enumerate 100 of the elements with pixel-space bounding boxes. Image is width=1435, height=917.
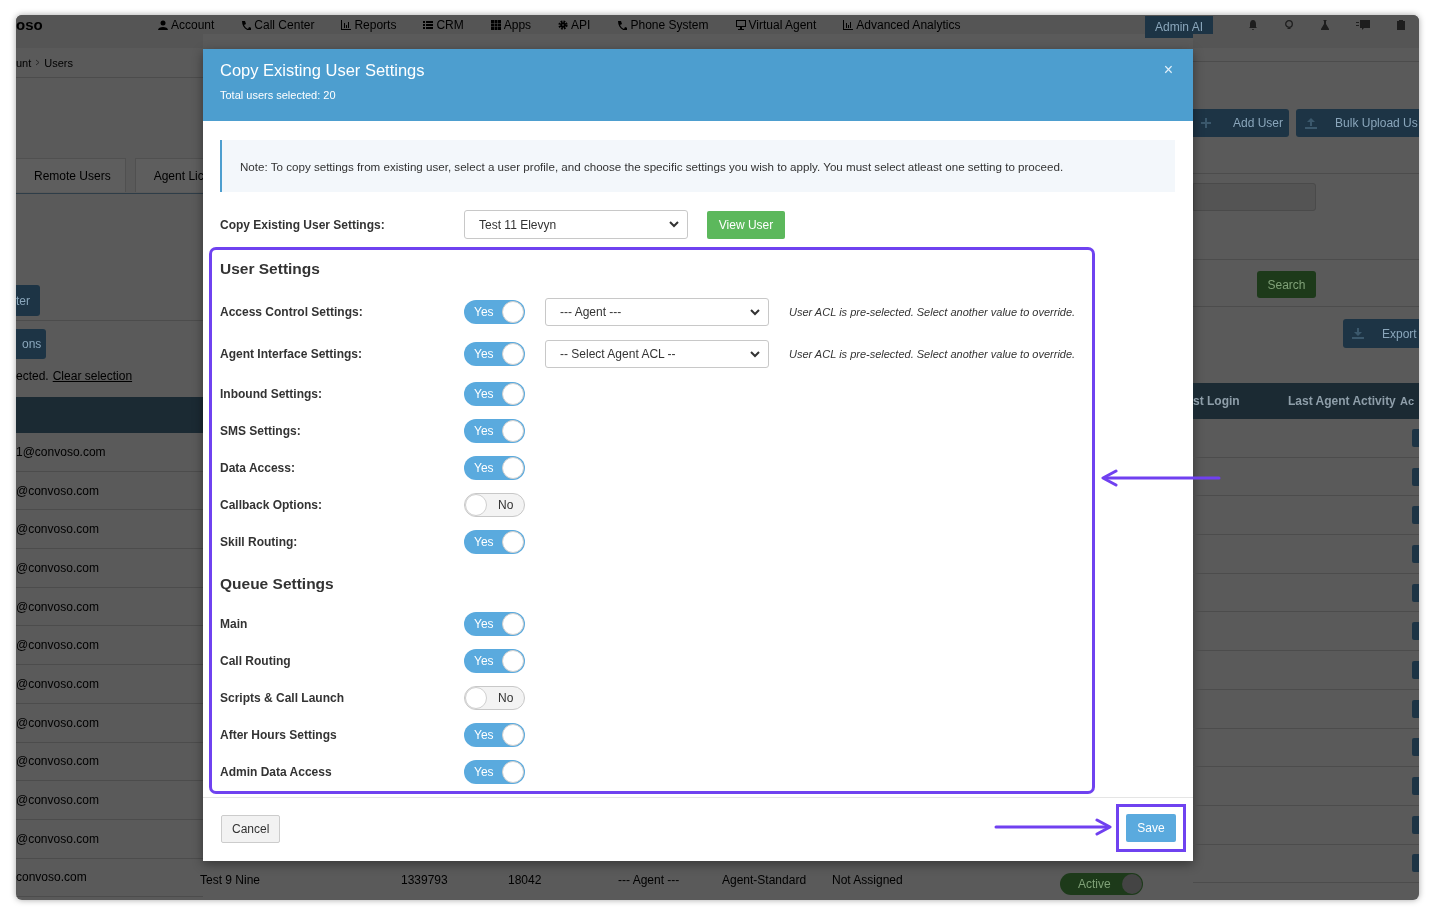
modal-title: Copy Existing User Settings	[220, 61, 425, 80]
tab[interactable]: Remote Users	[16, 158, 126, 192]
toggle-switch[interactable]: Yes	[464, 648, 525, 673]
selection-text: ected.	[16, 369, 49, 383]
setting-label: After Hours Settings	[220, 727, 338, 742]
email-cell: @convoso.com	[16, 483, 99, 498]
action-button[interactable]	[1412, 699, 1419, 718]
setting-label: Skill Routing:	[220, 534, 299, 549]
setting-label: SMS Settings:	[220, 423, 302, 438]
bell-icon	[1248, 19, 1258, 30]
email-cell: @convoso.com	[16, 793, 99, 808]
save-button[interactable]: Save	[1126, 814, 1176, 843]
chevron-down-icon	[750, 350, 760, 358]
cancel-button[interactable]: Cancel	[221, 815, 281, 844]
nav-link[interactable]: Account	[158, 17, 215, 32]
close-button[interactable]: ×	[1163, 61, 1173, 79]
tab[interactable]: Agent Lic	[134, 158, 203, 192]
clipboard-icon	[1396, 19, 1406, 30]
setting-label: Call Routing	[220, 653, 292, 668]
chat-icon	[1356, 19, 1370, 30]
phone-icon	[617, 19, 628, 30]
setting-label: Callback Options:	[220, 497, 324, 512]
email-cell: @convoso.com	[16, 754, 99, 769]
toggle-switch[interactable]: No	[464, 685, 525, 710]
selection-count: Total users selected: 20	[220, 89, 337, 101]
column-header[interactable]: Ac	[1400, 395, 1415, 407]
toggle-switch[interactable]: Yes	[464, 529, 525, 554]
action-button[interactable]	[1412, 815, 1419, 834]
list-icon	[423, 19, 434, 30]
export-button[interactable]: Export	[1343, 319, 1419, 348]
chevron-down-icon	[669, 221, 679, 228]
action-button[interactable]	[1412, 660, 1419, 679]
section-heading: Queue Settings	[220, 574, 335, 594]
column-header[interactable]: Last Agent Activity	[1288, 394, 1396, 408]
setting-label: Scripts & Call Launch	[220, 690, 346, 705]
action-button[interactable]	[1412, 428, 1419, 447]
action-button[interactable]	[1412, 544, 1419, 563]
search-field[interactable]	[1193, 183, 1316, 211]
toggle-switch[interactable]: Yes	[464, 418, 525, 443]
filter-button[interactable]: ter	[16, 285, 40, 316]
setting-label: Admin Data Access	[220, 764, 333, 779]
toggle-switch[interactable]: Yes	[464, 381, 525, 406]
monitor-icon	[735, 19, 746, 30]
toggle-switch[interactable]: No	[464, 492, 525, 517]
action-button[interactable]	[1412, 622, 1419, 641]
breadcrumb-item[interactable]: Users	[44, 56, 74, 69]
email-cell: @convoso.com	[16, 676, 99, 691]
hint-text: User ACL is pre-selected. Select another value to override.	[789, 348, 1076, 360]
nav-link[interactable]: Reports	[341, 17, 397, 32]
nav-link[interactable]: Call Center	[241, 17, 315, 32]
admin-button[interactable]: Admin AI	[1144, 15, 1213, 38]
view-user-button[interactable]: View User	[707, 210, 785, 239]
action-button[interactable]	[1412, 583, 1419, 602]
flask-icon	[1320, 19, 1330, 30]
search-button[interactable]: Search	[1257, 271, 1316, 298]
email-cell: @convoso.com	[16, 522, 99, 537]
chevron-down-icon	[750, 308, 760, 316]
nav-link[interactable]: Advanced Analytics	[843, 17, 961, 32]
setting-label: Data Access:	[220, 460, 296, 475]
add-user-button[interactable]: Add User	[1193, 109, 1290, 137]
toggle-switch[interactable]: Yes	[464, 759, 525, 784]
email-cell: @convoso.com	[16, 715, 99, 730]
actions-button[interactable]: ons	[16, 329, 46, 359]
acl-dropdown[interactable]: -- Select Agent ACL --	[545, 340, 769, 368]
toggle-switch[interactable]: Yes	[464, 455, 525, 480]
grid-icon	[490, 19, 501, 30]
email-cell: @convoso.com	[16, 638, 99, 653]
nav-link[interactable]: API	[558, 17, 591, 32]
column-header[interactable]: st Login	[1193, 394, 1240, 408]
nav-link[interactable]: Phone System	[617, 17, 709, 32]
clear-selection-link[interactable]: Clear selection	[52, 369, 133, 383]
status-toggle[interactable]: Active	[1060, 872, 1143, 895]
nav-link[interactable]: Apps	[490, 17, 532, 32]
action-button[interactable]	[1412, 854, 1419, 873]
section-heading: User Settings	[220, 259, 321, 279]
table-cell: Agent-Standard	[722, 872, 807, 887]
table-cell: --- Agent ---	[618, 872, 680, 887]
bar-chart-icon	[843, 19, 854, 30]
email-cell: 1@convoso.com	[16, 444, 106, 459]
action-button[interactable]	[1412, 506, 1419, 525]
acl-dropdown[interactable]: --- Agent ---	[545, 298, 769, 326]
action-button[interactable]	[1412, 738, 1419, 757]
action-button[interactable]	[1412, 467, 1419, 486]
chevron-icon	[35, 59, 41, 66]
toggle-switch[interactable]: Yes	[464, 611, 525, 636]
table-cell: 18042	[508, 872, 542, 887]
nav-link[interactable]: CRM	[423, 17, 464, 32]
bulk-upload-button[interactable]: Bulk Upload Us	[1296, 109, 1419, 137]
email-cell: @convoso.com	[16, 560, 99, 575]
setting-label: Access Control Settings:	[220, 305, 364, 319]
user-dropdown[interactable]: Test 11 Elevyn	[464, 210, 688, 239]
toggle-switch[interactable]: Yes	[464, 300, 525, 324]
nav-link[interactable]: Virtual Agent	[735, 17, 817, 32]
action-button[interactable]	[1412, 777, 1419, 796]
toggle-switch[interactable]: Yes	[464, 722, 525, 747]
breadcrumb-item[interactable]: unt	[16, 56, 32, 69]
toggle-switch[interactable]: Yes	[464, 342, 525, 366]
setting-label: Main	[220, 616, 249, 631]
field-label: Copy Existing User Settings:	[220, 217, 386, 232]
name-cell[interactable]: Test 9 Nine	[200, 872, 261, 887]
